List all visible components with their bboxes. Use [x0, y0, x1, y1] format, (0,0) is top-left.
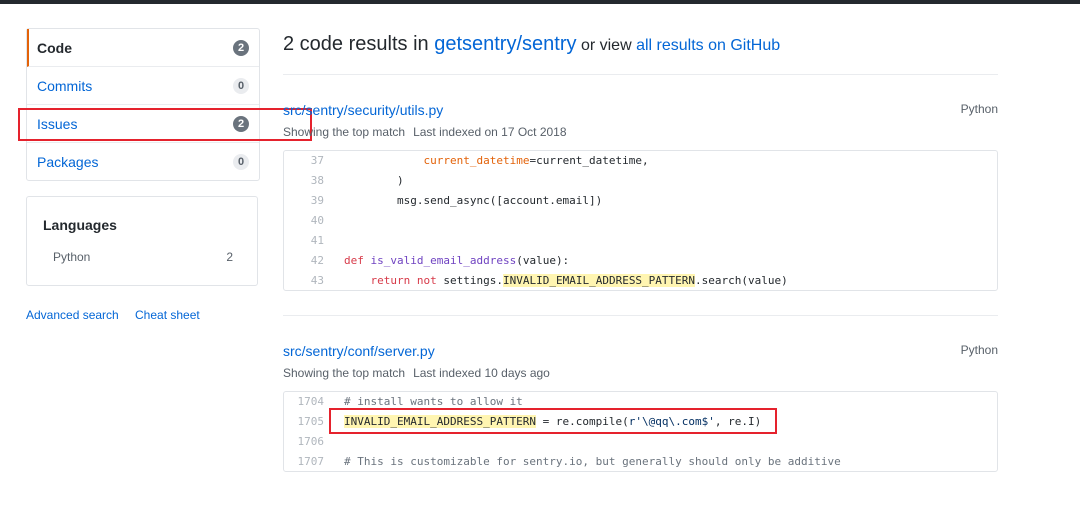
match-highlight: INVALID_EMAIL_ADDRESS_PATTERN	[502, 274, 696, 287]
all-results-link[interactable]: all results on GitHub	[636, 37, 780, 54]
menu-item-label: Packages	[37, 153, 99, 170]
language-count: 2	[226, 250, 233, 264]
code-line: 43 return not settings.INVALID_EMAIL_ADD…	[284, 271, 997, 290]
line-number: 40	[310, 214, 324, 227]
result-language: Python	[960, 102, 998, 116]
line-number: 39	[310, 194, 324, 207]
result-file-link[interactable]: src/sentry/conf/server.py	[283, 343, 435, 359]
code-line: 42 def is_valid_email_address(value):	[284, 251, 997, 271]
line-number: 41	[310, 234, 324, 247]
search-type-menu: Code 2 Commits 0 Issues 2 Packages 0	[26, 28, 260, 181]
code-line: 38 )	[284, 171, 997, 191]
line-number: 1706	[297, 435, 325, 448]
code-snippet: 37 current_datetime=current_datetime, 38…	[283, 150, 998, 291]
match-text: Showing the top match	[283, 366, 406, 380]
line-number: 1705	[297, 415, 325, 428]
languages-panel: Languages Python 2	[26, 196, 258, 286]
language-filter-python[interactable]: Python	[53, 250, 90, 264]
code-line: 41	[284, 231, 997, 251]
line-number: 43	[310, 274, 324, 287]
cheat-sheet-link[interactable]: Cheat sheet	[135, 308, 200, 322]
code-line: 1706	[284, 432, 997, 452]
menu-item-packages[interactable]: Packages 0	[27, 143, 259, 180]
code-line: 37 current_datetime=current_datetime,	[284, 151, 997, 171]
match-text: Showing the top match	[283, 125, 406, 139]
count-badge: 0	[233, 154, 249, 170]
count-badge: 0	[233, 78, 249, 94]
count-badge: 2	[233, 40, 249, 56]
issues-highlight-annotation	[18, 108, 312, 141]
line-number: 42	[310, 254, 324, 267]
repo-link[interactable]: getsentry/sentry	[434, 33, 576, 55]
code-line: 40	[284, 211, 997, 231]
results-count: 2 code results in	[283, 33, 435, 55]
languages-heading: Languages	[43, 217, 117, 233]
result-meta: Showing the top match Last indexed 10 day…	[283, 366, 550, 380]
result-file-link[interactable]: src/sentry/security/utils.py	[283, 102, 443, 118]
menu-item-code[interactable]: Code 2	[27, 29, 259, 67]
code-line: 1707 # This is customizable for sentry.io…	[284, 452, 997, 471]
indexed-text: Last indexed on 17 Oct 2018	[413, 125, 567, 139]
or-view-text: or view	[576, 37, 637, 54]
top-bar	[0, 0, 1080, 4]
pattern-highlight-annotation	[329, 408, 777, 434]
result-meta: Showing the top match Last indexed on 17 …	[283, 125, 567, 139]
indexed-text: Last indexed 10 days ago	[413, 366, 550, 380]
line-number: 1704	[297, 395, 325, 408]
line-number: 1707	[297, 455, 325, 468]
divider	[283, 74, 998, 75]
divider	[283, 315, 998, 316]
menu-item-label: Code	[37, 39, 72, 56]
code-line: 39 msg.send_async([account.email])	[284, 191, 997, 211]
advanced-search-link[interactable]: Advanced search	[26, 308, 119, 322]
result-language: Python	[960, 343, 998, 357]
menu-item-label: Commits	[37, 77, 93, 94]
line-number: 38	[310, 174, 324, 187]
results-heading: 2 code results in getsentry/sentry or vi…	[283, 33, 780, 56]
line-number: 37	[310, 154, 324, 167]
menu-item-commits[interactable]: Commits 0	[27, 67, 259, 105]
